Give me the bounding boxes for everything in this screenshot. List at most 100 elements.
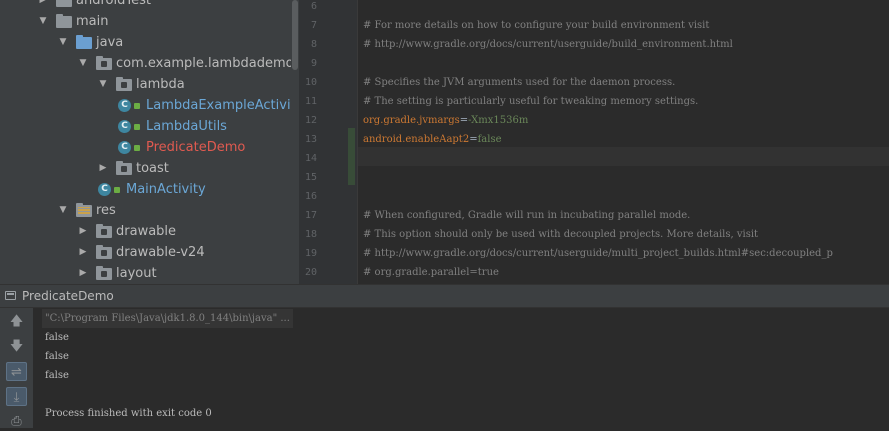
expanded-arrow-icon[interactable]: ▼ bbox=[78, 53, 88, 74]
project-tree-panel: ▶ androidTest ▼ main ▼ java ▼ com.example.lambd… bbox=[0, 0, 291, 284]
code-line[interactable]: # org.gradle.parallel=true bbox=[363, 263, 499, 282]
line-number: 7 bbox=[310, 20, 317, 31]
tree-item[interactable]: ▼ java bbox=[58, 32, 123, 53]
expanded-arrow-icon[interactable]: ▼ bbox=[58, 32, 68, 53]
line-number: 13 bbox=[304, 134, 317, 145]
code-line[interactable]: android.enableAapt2=false bbox=[363, 130, 502, 149]
line-number: 17 bbox=[304, 210, 317, 221]
code-line[interactable]: # The setting is particularly useful for… bbox=[363, 92, 698, 111]
tree-item[interactable]: ▶ layout bbox=[78, 263, 157, 284]
property-value: -Xmx1536m bbox=[468, 115, 529, 126]
line-number: 8 bbox=[310, 39, 317, 50]
scrollbar-thumb[interactable] bbox=[292, 0, 298, 70]
access-modifier-icon bbox=[134, 144, 140, 151]
package-icon bbox=[96, 244, 112, 259]
collapsed-arrow-icon[interactable]: ▶ bbox=[78, 221, 88, 242]
collapsed-arrow-icon[interactable]: ▶ bbox=[38, 0, 48, 11]
line-number-gutter: 6 7 8 9 10 11 12 13 14 15 16 17 18 19 20 bbox=[299, 0, 358, 284]
console-command-line: "C:\Program Files\Java\jdk1.8.0_144\bin\… bbox=[42, 309, 293, 328]
code-line[interactable]: # When configured, Gradle will run in in… bbox=[363, 206, 690, 225]
folder-icon bbox=[76, 34, 92, 49]
folder-icon bbox=[56, 0, 72, 7]
code-line[interactable]: # For more details on how to configure y… bbox=[363, 16, 709, 35]
code-editor[interactable]: 6 7 8 9 10 11 12 13 14 15 16 17 18 19 20 # For more de… bbox=[299, 0, 889, 284]
property-key: org.gradle.jvmargs bbox=[363, 115, 460, 126]
tree-item[interactable]: ▶ drawable bbox=[78, 221, 176, 242]
property-key: android.enableAapt2 bbox=[363, 134, 470, 145]
tree-item-label: drawable-v24 bbox=[116, 245, 205, 260]
tree-item[interactable]: ▶ androidTest bbox=[38, 0, 151, 11]
tree-item-label: LambdaExampleActivit bbox=[146, 98, 291, 113]
access-modifier-icon bbox=[134, 102, 140, 109]
soft-wrap-icon[interactable]: ⇌ bbox=[6, 362, 27, 381]
collapsed-arrow-icon[interactable]: ▶ bbox=[78, 263, 88, 284]
expanded-arrow-icon[interactable]: ▼ bbox=[98, 74, 108, 95]
tree-item-label: MainActivity bbox=[126, 182, 206, 197]
tree-item[interactable]: ▶ drawable-v24 bbox=[78, 242, 205, 263]
tree-item[interactable]: ▼ main bbox=[38, 11, 108, 32]
folder-icon bbox=[56, 13, 72, 28]
tree-item-label: com.example.lambdademo bbox=[116, 56, 291, 71]
tree-item-label: PredicateDemo bbox=[146, 140, 246, 155]
access-modifier-icon bbox=[114, 186, 120, 193]
tree-item-label: java bbox=[96, 35, 124, 50]
class-icon: C bbox=[118, 99, 131, 112]
collapsed-arrow-icon[interactable]: ▶ bbox=[78, 242, 88, 263]
folder-icon bbox=[76, 202, 92, 217]
package-icon bbox=[96, 223, 112, 238]
tree-item[interactable]: C LambdaUtils bbox=[118, 116, 227, 137]
line-number: 19 bbox=[304, 248, 317, 259]
code-line[interactable]: # This option should only be used with d… bbox=[363, 225, 758, 244]
run-config-icon bbox=[5, 291, 16, 300]
tree-item[interactable]: C PredicateDemo bbox=[118, 137, 245, 158]
line-number: 18 bbox=[304, 229, 317, 240]
tree-item-label: res bbox=[96, 203, 116, 218]
caret-line-highlight bbox=[358, 147, 889, 166]
line-number: 9 bbox=[310, 58, 317, 69]
assignment-operator: = bbox=[469, 134, 478, 145]
line-number: 14 bbox=[304, 153, 317, 164]
package-icon bbox=[116, 160, 132, 175]
code-line[interactable]: org.gradle.jvmargs=-Xmx1536m bbox=[363, 111, 528, 130]
console-output-line: Process finished with exit code 0 bbox=[45, 408, 212, 419]
package-icon bbox=[116, 76, 132, 91]
run-toolbar: 🡅 🡇 ⇌ ⤓ ⎙ bbox=[0, 308, 34, 431]
line-number: 16 bbox=[304, 191, 317, 202]
line-number: 15 bbox=[304, 172, 317, 183]
tree-item[interactable]: C LambdaExampleActivit bbox=[118, 95, 291, 116]
tree-item[interactable]: C MainActivity bbox=[98, 179, 206, 200]
tree-item-label: main bbox=[76, 14, 109, 29]
tree-item-label: toast bbox=[136, 161, 169, 176]
tree-item[interactable]: ▼ res bbox=[58, 200, 116, 221]
code-line[interactable]: # Specifies the JVM arguments used for t… bbox=[363, 73, 675, 92]
expanded-arrow-icon[interactable]: ▼ bbox=[38, 11, 48, 32]
tree-item-label: androidTest bbox=[76, 0, 151, 8]
run-tool-window-header: PredicateDemo bbox=[0, 284, 889, 308]
print-icon[interactable]: ⎙ bbox=[6, 412, 27, 431]
class-icon: C bbox=[98, 183, 111, 196]
run-tab-label: PredicateDemo bbox=[22, 289, 114, 303]
code-line[interactable]: # http://www.gradle.org/docs/current/use… bbox=[363, 35, 733, 54]
code-line[interactable]: # http://www.gradle.org/docs/current/use… bbox=[363, 244, 833, 263]
expanded-arrow-icon[interactable]: ▼ bbox=[58, 200, 68, 221]
line-number: 12 bbox=[304, 115, 317, 126]
tree-item[interactable]: ▼ lambda bbox=[98, 74, 185, 95]
tree-item-label: layout bbox=[116, 266, 157, 281]
scroll-to-end-icon[interactable]: ⤓ bbox=[6, 387, 27, 406]
tree-item-label: LambdaUtils bbox=[146, 119, 227, 134]
down-arrow-icon[interactable]: 🡇 bbox=[6, 337, 27, 356]
collapsed-arrow-icon[interactable]: ▶ bbox=[98, 158, 108, 179]
vcs-change-marker bbox=[348, 128, 355, 185]
project-tree-scrollbar[interactable] bbox=[291, 0, 299, 284]
tree-item[interactable]: ▶ toast bbox=[98, 158, 169, 179]
line-number: 10 bbox=[304, 77, 317, 88]
line-number: 20 bbox=[304, 267, 317, 278]
console-output[interactable]: "C:\Program Files\Java\jdk1.8.0_144\bin\… bbox=[33, 308, 889, 428]
package-icon bbox=[96, 265, 112, 280]
run-tab[interactable]: PredicateDemo bbox=[0, 285, 114, 308]
assignment-operator: = bbox=[459, 115, 469, 126]
class-icon: C bbox=[118, 141, 131, 154]
tree-item[interactable]: ▼ com.example.lambdademo bbox=[78, 53, 291, 74]
up-arrow-icon[interactable]: 🡅 bbox=[6, 312, 27, 331]
console-output-line: false bbox=[45, 351, 69, 362]
